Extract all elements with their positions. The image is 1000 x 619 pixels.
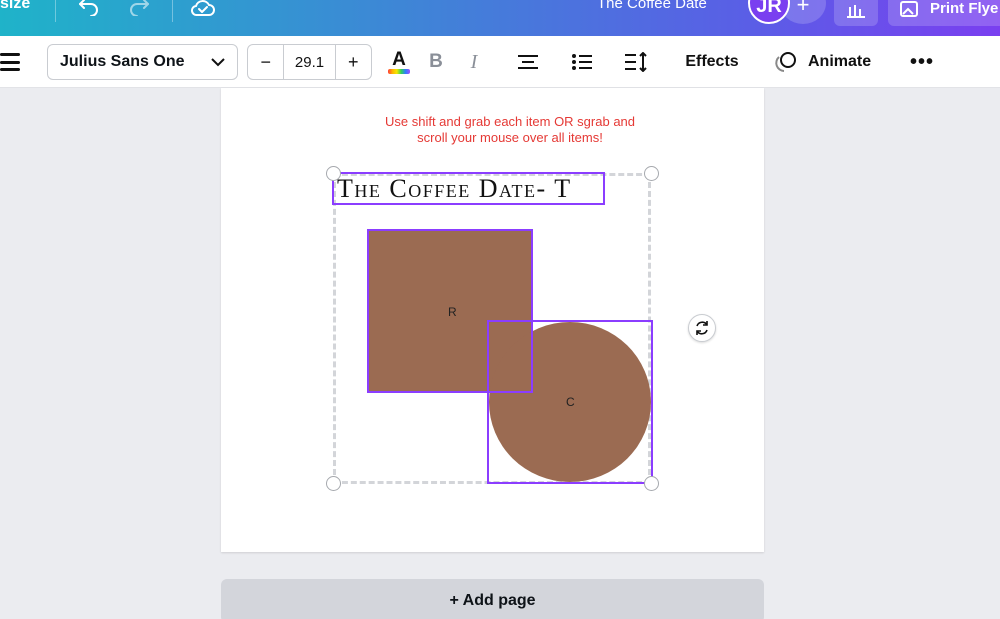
rotate-icon <box>696 321 708 335</box>
undo-icon[interactable] <box>76 0 102 20</box>
circle-shape[interactable]: C <box>489 322 651 482</box>
add-page-button[interactable]: + Add page <box>221 579 764 619</box>
bold-button[interactable]: B <box>424 44 448 80</box>
animate-button[interactable]: Animate <box>774 44 880 80</box>
font-family-value: Julius Sans One <box>60 53 185 70</box>
list-button[interactable] <box>570 44 594 80</box>
resize-handle-top-left[interactable] <box>326 166 341 181</box>
instructions-text[interactable]: Use shift and grab each item OR sgrab an… <box>221 114 799 146</box>
text-toolbar: Julius Sans One − 29.1 + A B I Effects A… <box>0 36 1000 88</box>
resize-handle-bottom-right[interactable] <box>644 476 659 491</box>
top-bar: size The Coffee Date + JR Print Flye <box>0 0 1000 36</box>
title-text[interactable]: The Coffee Date- T <box>337 174 572 204</box>
align-center-icon <box>518 55 538 69</box>
font-size-input[interactable]: 29.1 <box>283 45 336 79</box>
font-size-stepper: − 29.1 + <box>247 44 372 80</box>
rectangle-label: R <box>448 305 457 319</box>
chevron-down-icon <box>211 57 225 66</box>
insights-button[interactable] <box>834 0 878 26</box>
document-title[interactable]: The Coffee Date <box>597 0 707 12</box>
resize-handle-bottom-left[interactable] <box>326 476 341 491</box>
avatar[interactable]: JR <box>748 0 790 24</box>
text-color-button[interactable]: A <box>385 44 413 80</box>
design-page[interactable]: Use shift and grab each item OR sgrab an… <box>221 88 764 552</box>
resize-button[interactable]: size <box>0 0 30 13</box>
rotate-button[interactable] <box>688 314 716 342</box>
align-center-button[interactable] <box>516 44 540 80</box>
cloud-saved-icon[interactable] <box>190 0 216 20</box>
line-spacing-icon <box>625 52 647 72</box>
font-family-select[interactable]: Julius Sans One <box>47 44 238 80</box>
bullet-list-icon <box>572 54 592 70</box>
print-flyer-label: Print Flye <box>930 0 999 17</box>
divider <box>172 0 173 22</box>
divider <box>55 0 56 22</box>
title-text-box[interactable]: The Coffee Date- T <box>332 172 605 205</box>
effects-button[interactable]: Effects <box>676 44 748 80</box>
bar-chart-icon <box>847 5 865 18</box>
instructions-line-2: scroll your mouse over all items! <box>417 130 603 145</box>
more-options-button[interactable]: ••• <box>906 44 938 80</box>
instructions-line-1: Use shift and grab each item OR sgrab an… <box>384 114 636 129</box>
animate-label: Animate <box>808 53 872 70</box>
animate-icon <box>775 52 796 72</box>
circle-label: C <box>566 395 575 409</box>
image-icon <box>900 1 918 17</box>
menu-icon[interactable] <box>0 53 20 71</box>
circle-selection-box[interactable]: C <box>487 320 653 484</box>
redo-icon[interactable] <box>126 0 152 20</box>
italic-button[interactable]: I <box>462 44 486 80</box>
increase-font-size-button[interactable]: + <box>336 52 371 73</box>
spacing-button[interactable] <box>624 44 648 80</box>
resize-handle-top-right[interactable] <box>644 166 659 181</box>
color-swatch <box>388 68 410 74</box>
decrease-font-size-button[interactable]: − <box>248 52 283 73</box>
text-color-icon: A <box>392 48 406 70</box>
print-flyer-button[interactable]: Print Flye <box>888 0 1000 26</box>
